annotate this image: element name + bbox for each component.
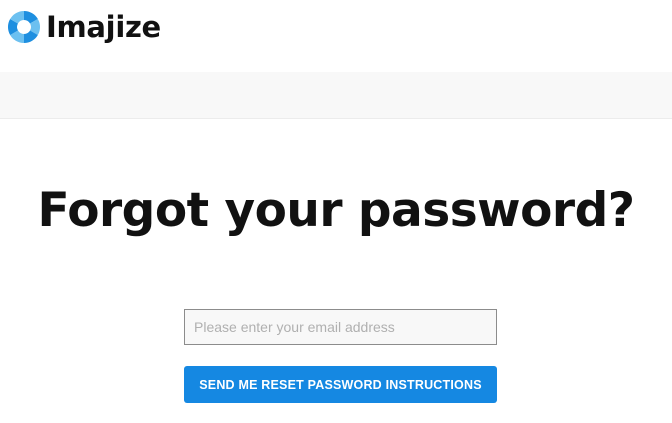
page-title: Forgot your password? — [37, 183, 635, 238]
forgot-password-panel: Forgot your password? SEND ME RESET PASS… — [0, 119, 672, 423]
email-field[interactable] — [184, 309, 497, 345]
brand-logo-link[interactable]: Imajize — [6, 8, 161, 46]
send-reset-instructions-button[interactable]: SEND ME RESET PASSWORD INSTRUCTIONS — [184, 366, 497, 403]
brand-name: Imajize — [46, 9, 161, 44]
site-header: Imajize — [0, 0, 672, 72]
aperture-icon — [7, 10, 41, 44]
secondary-nav-bar — [0, 72, 672, 119]
